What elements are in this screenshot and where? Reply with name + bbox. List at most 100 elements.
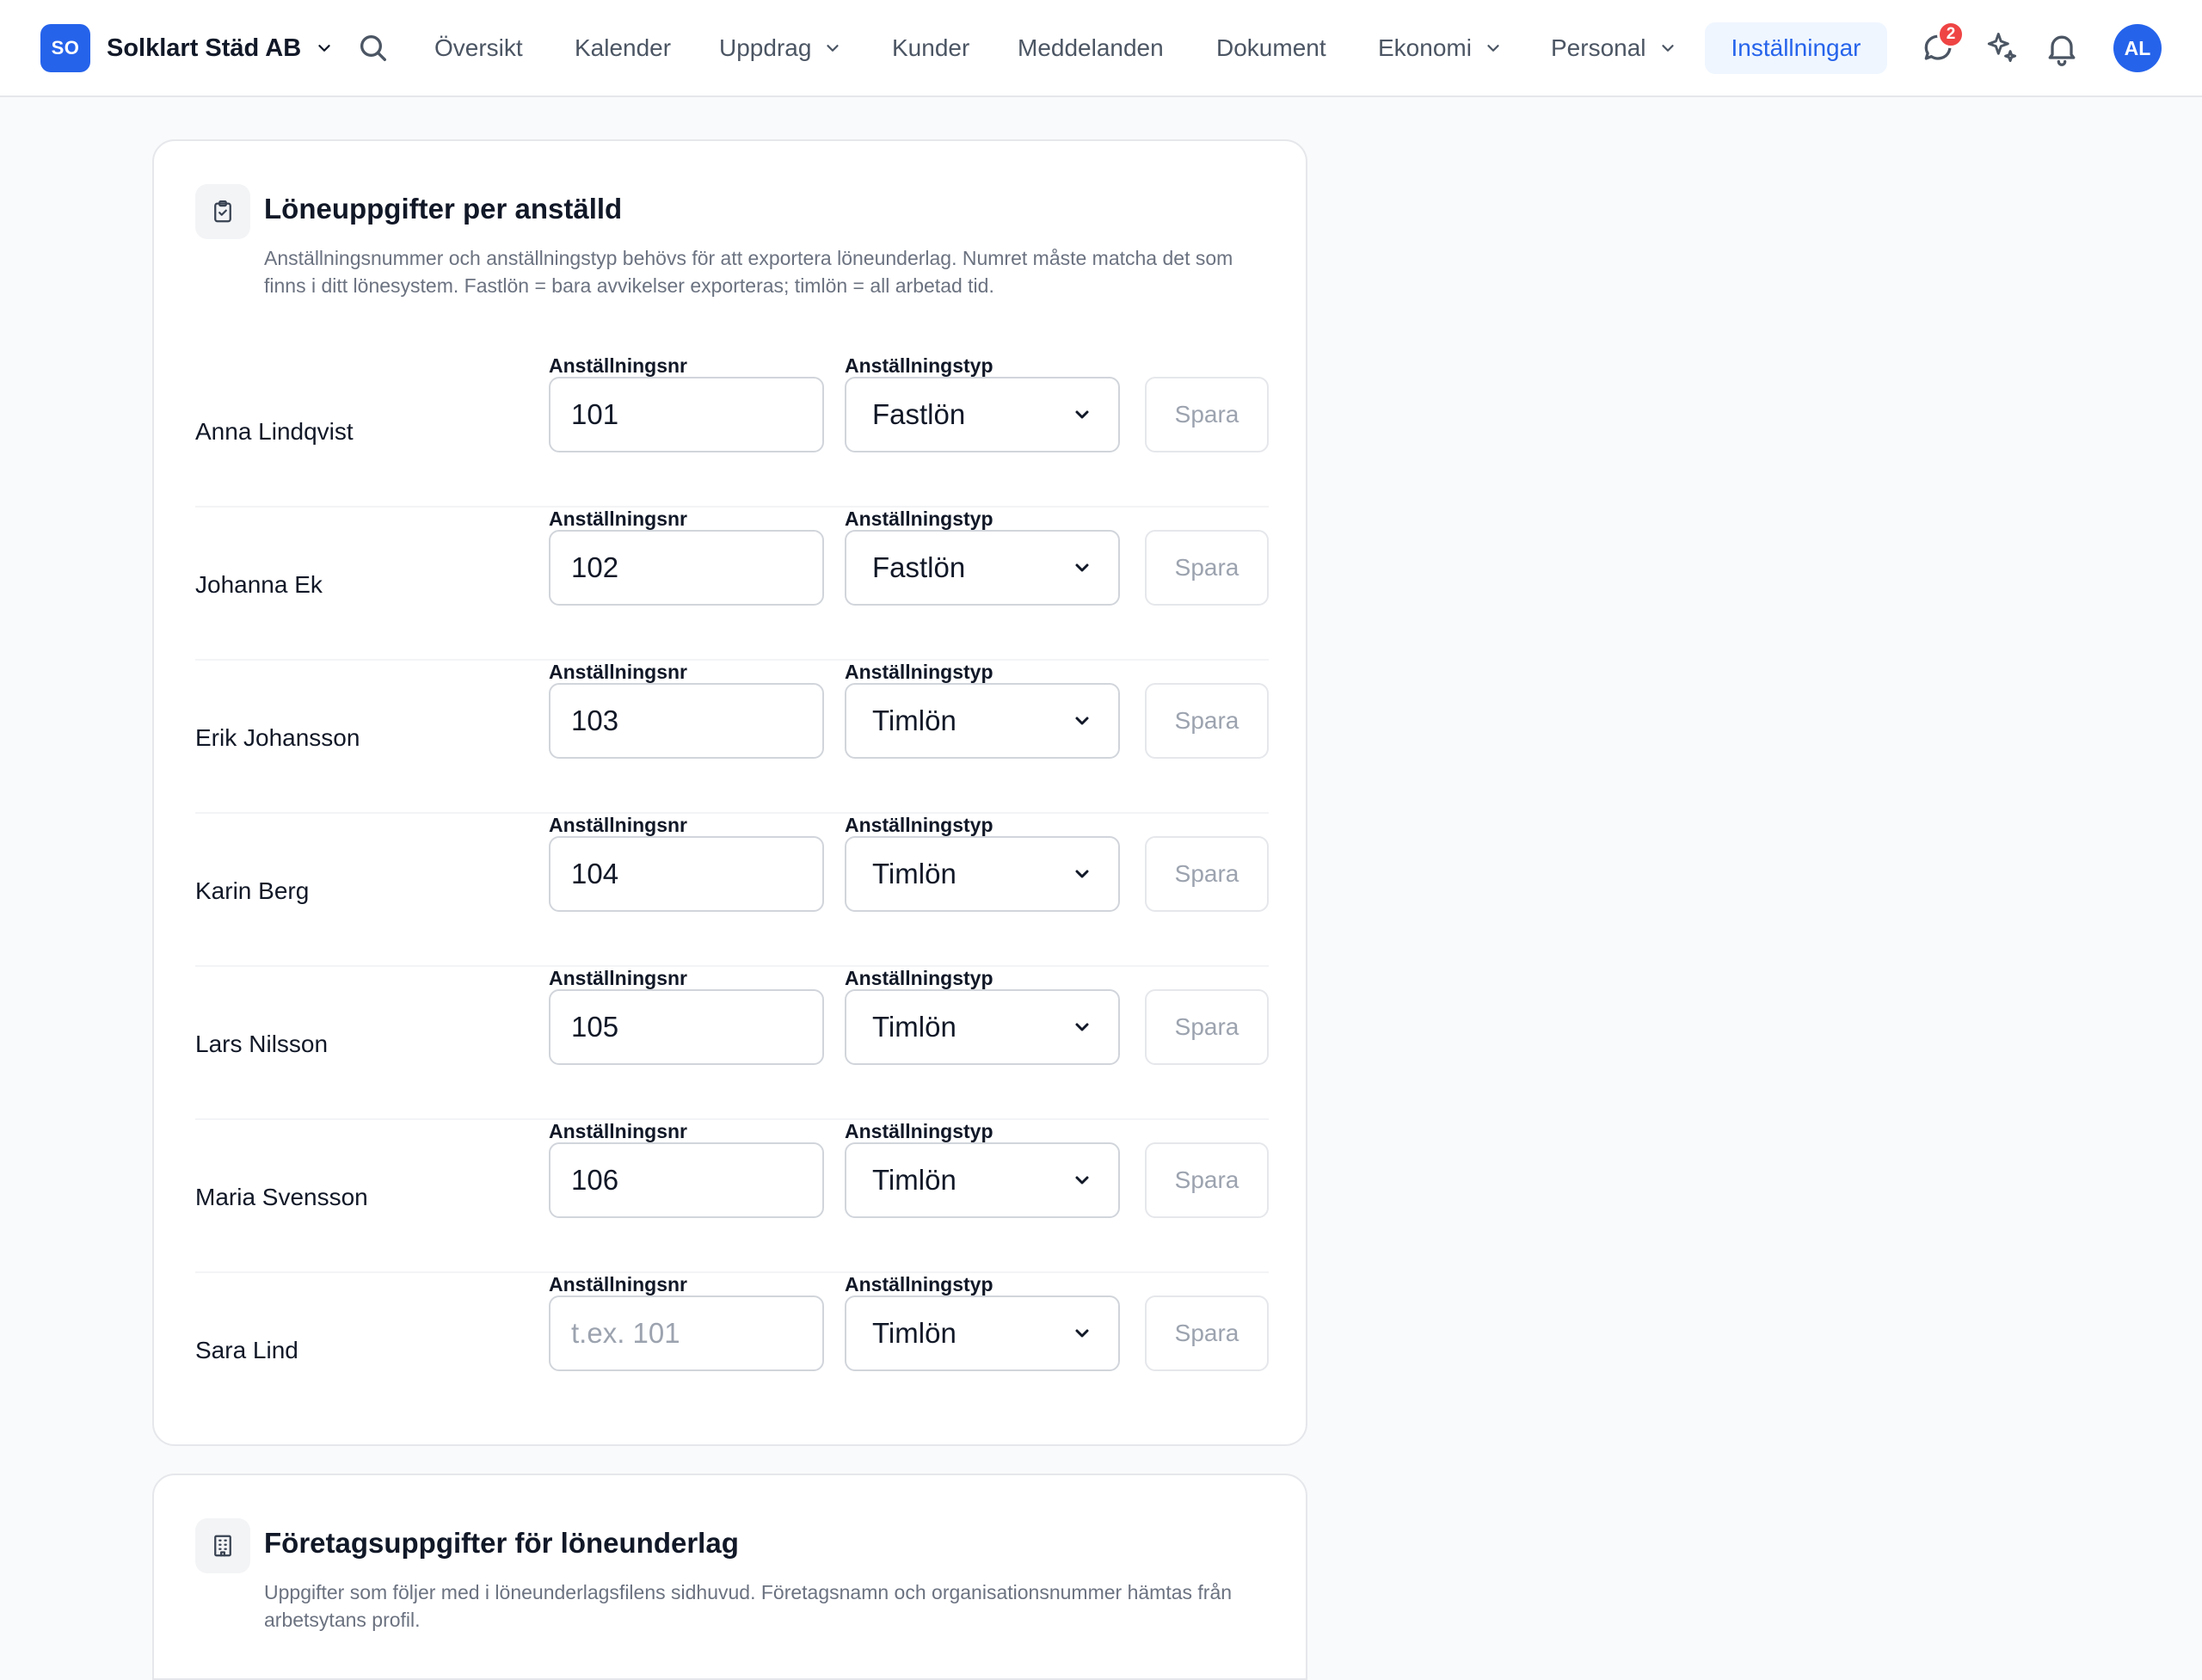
number-label: Anställningsnr — [549, 967, 688, 989]
nav-label: Inställningar — [1731, 34, 1861, 61]
chevron-down-icon — [1072, 711, 1092, 731]
employee-number-input[interactable] — [549, 989, 824, 1065]
nav-dokument[interactable]: Dokument — [1216, 22, 1326, 74]
chevron-down-icon — [1072, 557, 1092, 578]
save-button[interactable]: Spara — [1145, 836, 1269, 912]
org-switcher[interactable]: Solklart Städ AB — [107, 24, 334, 72]
type-label: Anställningstyp — [845, 661, 993, 683]
number-label: Anställningsnr — [549, 508, 688, 530]
employee-number-input[interactable] — [549, 836, 824, 912]
top-navigation: SO Solklart Städ AB Översikt Kalender Up… — [0, 0, 2202, 97]
chevron-down-icon — [1072, 1017, 1092, 1037]
employment-type-select[interactable]: Timlön — [845, 836, 1120, 912]
save-button[interactable]: Spara — [1145, 1295, 1269, 1371]
nav-label: Dokument — [1216, 34, 1326, 61]
nav-label: Personal — [1551, 34, 1646, 61]
select-value: Fastlön — [872, 551, 966, 583]
chevron-down-icon — [823, 39, 842, 58]
select-value: Timlön — [872, 1011, 956, 1043]
nav-label: Kunder — [892, 34, 970, 61]
type-label: Anställningstyp — [845, 1120, 993, 1142]
nav-label: Meddelanden — [1018, 34, 1164, 61]
employee-name: Karin Berg — [195, 877, 310, 904]
employee-row: Anna Lindqvist Anställningsnr Anställnin… — [195, 354, 1269, 508]
employee-name: Sara Lind — [195, 1337, 298, 1363]
employee-name: Anna Lindqvist — [195, 418, 354, 445]
save-button[interactable]: Spara — [1145, 989, 1269, 1065]
employee-name: Maria Svensson — [195, 1184, 368, 1210]
number-label: Anställningsnr — [549, 814, 688, 836]
employment-type-select[interactable]: Fastlön — [845, 530, 1120, 606]
card-title: Företagsuppgifter för löneunderlag — [264, 1527, 739, 1559]
employee-number-input[interactable] — [549, 377, 824, 452]
number-label: Anställningsnr — [549, 1273, 688, 1295]
type-label: Anställningstyp — [845, 814, 993, 836]
nav-label: Kalender — [575, 34, 672, 61]
chevron-down-icon — [1072, 1323, 1092, 1344]
employee-number-input[interactable] — [549, 1142, 824, 1218]
nav-label: Översikt — [434, 34, 523, 61]
number-label: Anställningsnr — [549, 354, 688, 377]
nav-oversikt[interactable]: Översikt — [434, 22, 523, 74]
employment-type-select[interactable]: Timlön — [845, 989, 1120, 1065]
chevron-down-icon — [1484, 39, 1503, 58]
employment-type-select[interactable]: Timlön — [845, 1142, 1120, 1218]
org-name: Solklart Städ AB — [107, 34, 302, 62]
employee-row: Karin Berg Anställningsnr Anställningsty… — [195, 814, 1269, 967]
number-label: Anställningsnr — [549, 661, 688, 683]
clipboard-icon — [195, 184, 250, 239]
search-icon[interactable] — [356, 31, 391, 65]
save-button[interactable]: Spara — [1145, 530, 1269, 606]
save-button[interactable]: Spara — [1145, 1142, 1269, 1218]
employment-type-select[interactable]: Timlön — [845, 1295, 1120, 1371]
nav-label: Uppdrag — [719, 34, 812, 61]
employee-row: Erik Johansson Anställningsnr Anställnin… — [195, 661, 1269, 814]
type-label: Anställningstyp — [845, 967, 993, 989]
org-logo[interactable]: SO — [40, 24, 90, 72]
select-value: Timlön — [872, 1317, 956, 1349]
card-title: Löneuppgifter per anställd — [264, 193, 623, 225]
select-value: Timlön — [872, 858, 956, 889]
avatar[interactable]: AL — [2113, 24, 2162, 72]
nav-installningar[interactable]: Inställningar — [1705, 22, 1887, 74]
nav-ekonomi[interactable]: Ekonomi — [1378, 22, 1503, 74]
employee-row: Sara Lind Anställningsnr Anställningstyp… — [195, 1273, 1269, 1426]
employee-number-input[interactable] — [549, 683, 824, 759]
save-button[interactable]: Spara — [1145, 377, 1269, 452]
card-description: Anställningsnummer och anställningstyp b… — [264, 247, 1233, 297]
chevron-down-icon — [1072, 864, 1092, 884]
employee-number-input[interactable] — [549, 1295, 824, 1371]
number-label: Anställningsnr — [549, 1120, 688, 1142]
select-value: Timlön — [872, 705, 956, 736]
employee-row: Maria Svensson Anställningsnr Anställnin… — [195, 1120, 1269, 1273]
sparkles-icon[interactable] — [1983, 29, 2021, 67]
nav-kunder[interactable]: Kunder — [892, 22, 969, 74]
chevron-down-icon — [315, 39, 334, 58]
employee-number-input[interactable] — [549, 530, 824, 606]
bell-icon[interactable] — [2043, 29, 2081, 67]
select-value: Timlön — [872, 1164, 956, 1196]
employee-name: Johanna Ek — [195, 571, 323, 598]
type-label: Anställningstyp — [845, 508, 993, 530]
employee-name: Lars Nilsson — [195, 1031, 329, 1057]
chevron-down-icon — [1072, 1170, 1092, 1191]
employment-type-select[interactable]: Timlön — [845, 683, 1120, 759]
payroll-card: Löneuppgifter per anställd Anställningsn… — [152, 139, 1307, 1446]
building-icon — [195, 1518, 250, 1573]
chevron-down-icon — [1658, 39, 1677, 58]
nav-label: Ekonomi — [1378, 34, 1472, 61]
employee-name: Erik Johansson — [195, 724, 360, 751]
card-description: Uppgifter som följer med i löneunderlags… — [264, 1581, 1233, 1631]
employee-row: Lars Nilsson Anställningsnr Anställnings… — [195, 967, 1269, 1120]
employee-row: Johanna Ek Anställningsnr Anställningsty… — [195, 508, 1269, 661]
messages-badge: 2 — [1937, 21, 1965, 48]
employment-type-select[interactable]: Fastlön — [845, 377, 1120, 452]
chevron-down-icon — [1072, 404, 1092, 425]
save-button[interactable]: Spara — [1145, 683, 1269, 759]
nav-meddelanden[interactable]: Meddelanden — [1018, 22, 1164, 74]
type-label: Anställningstyp — [845, 354, 993, 377]
nav-uppdrag[interactable]: Uppdrag — [719, 22, 842, 74]
nav-personal[interactable]: Personal — [1551, 22, 1677, 74]
nav-kalender[interactable]: Kalender — [575, 22, 671, 74]
company-card: Företagsuppgifter för löneunderlag Uppgi… — [152, 1474, 1307, 1680]
